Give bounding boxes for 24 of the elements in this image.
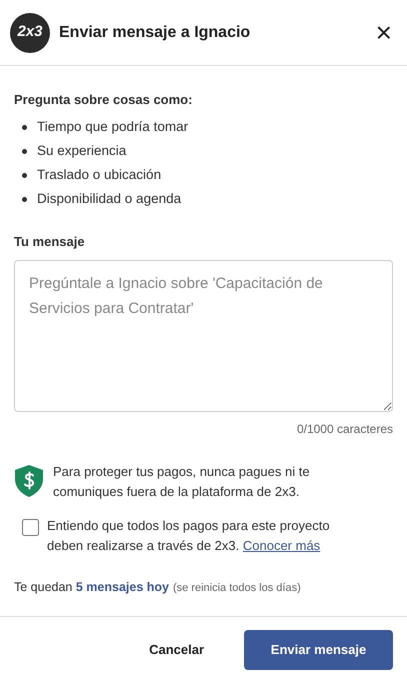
shield-dollar-icon [14, 464, 44, 498]
quota-text: Te quedan 5 mensajes hoy [14, 579, 169, 596]
message-label: Tu mensaje [14, 232, 86, 251]
safety-note: Para proteger tus pagos, nunca pagues ni te comuniques fuera de la plataforma de 2x3. [53, 463, 311, 501]
agreement-text: Entiendo que todos los pagos para este proyecto deben realizarse a través de 2x3. Conocer más [47, 517, 331, 555]
cancel-button[interactable]: Cancelar [149, 640, 204, 660]
character-counter: 0/1000 caracteres [296, 421, 393, 438]
tips-heading: Pregunta sobre cosas como: [14, 91, 194, 109]
close-button[interactable]: × [376, 18, 392, 46]
bullet-icon [22, 173, 27, 178]
tip-text: Traslado o ubicación [37, 166, 162, 184]
learn-more-link[interactable]: Conocer más [242, 538, 320, 553]
message-field[interactable]: Pregúntale a Ignacio sobre 'Capacitación de Servicios para Contratar' [14, 260, 393, 412]
tip-text: Tiempo que podría tomar [37, 118, 188, 136]
bullet-icon [22, 197, 27, 202]
tip-text: Su experiencia [37, 142, 126, 160]
bullet-icon [22, 125, 27, 130]
dialog-title: Enviar mensaje a Ignacio [59, 22, 250, 42]
tip-text: Disponibilidad o agenda [37, 190, 182, 208]
bullet-icon [22, 149, 27, 154]
logo: 2x3 [10, 12, 50, 52]
agreement-checkbox[interactable] [22, 519, 39, 536]
quota-note: (se reinicia todos los días) [172, 581, 301, 596]
send-button[interactable]: Enviar mensaje [244, 630, 393, 670]
